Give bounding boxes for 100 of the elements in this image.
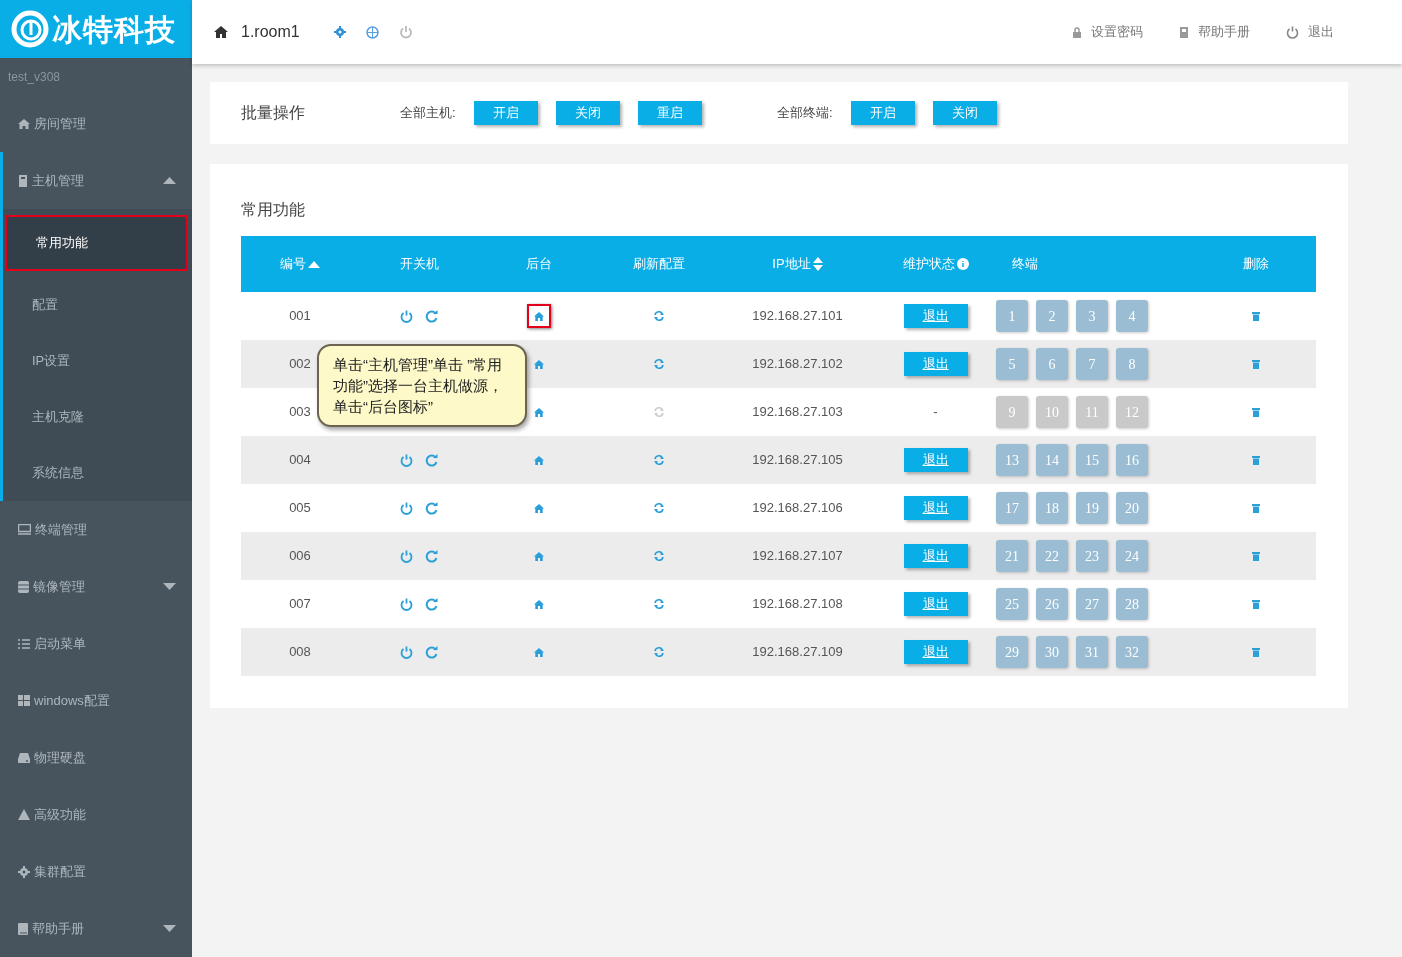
power-icon[interactable]	[400, 453, 413, 467]
info-icon[interactable]	[956, 258, 969, 270]
power-icon[interactable]	[400, 645, 413, 659]
terminal-button[interactable]: 19	[1076, 492, 1108, 524]
sync-icon[interactable]	[653, 647, 665, 657]
terminal-button[interactable]: 14	[1036, 444, 1068, 476]
terminal-button[interactable]: 27	[1076, 588, 1108, 620]
trash-icon[interactable]	[1252, 359, 1260, 369]
batch-button[interactable]: 关闭	[556, 101, 620, 125]
column-header[interactable]: 编号	[280, 254, 306, 274]
terminal-button[interactable]: 21	[996, 540, 1028, 572]
terminal-button[interactable]: 30	[1036, 636, 1068, 668]
terminal-button[interactable]: 20	[1116, 492, 1148, 524]
restart-icon[interactable]	[425, 645, 438, 659]
header-link[interactable]: 帮助手册	[1179, 22, 1250, 42]
exit-button[interactable]: 退出	[903, 304, 968, 328]
sync-icon[interactable]	[653, 455, 665, 465]
power-icon[interactable]	[400, 549, 413, 563]
terminal-button[interactable]: 29	[996, 636, 1028, 668]
batch-button[interactable]: 重启	[638, 101, 702, 125]
power-icon[interactable]	[400, 501, 413, 515]
exit-button[interactable]: 退出	[903, 448, 968, 472]
terminal-button[interactable]: 2	[1036, 300, 1068, 332]
home-icon	[534, 647, 544, 657]
settings-icon[interactable]	[333, 26, 346, 38]
column-header: 维护状态	[902, 255, 955, 274]
trash-icon[interactable]	[1252, 647, 1260, 657]
sidebar-item[interactable]: 终端管理	[0, 501, 192, 558]
sidebar-item[interactable]: 帮助手册	[0, 900, 192, 957]
sidebar-subitem[interactable]: 系统信息	[3, 445, 192, 501]
terminal-button[interactable]: 4	[1116, 300, 1148, 332]
sidebar-item[interactable]: 集群配置	[0, 843, 192, 900]
power-icon[interactable]	[400, 597, 413, 611]
restart-icon[interactable]	[425, 309, 438, 323]
terminal-button[interactable]: 15	[1076, 444, 1108, 476]
sidebar-subitem[interactable]: 配置	[3, 277, 192, 333]
sort-ascending-icon[interactable]	[308, 260, 320, 268]
trash-icon[interactable]	[1252, 407, 1260, 417]
sidebar-subitem[interactable]: 常用功能	[5, 215, 188, 271]
header-link[interactable]: 退出	[1286, 22, 1334, 42]
terminal-button[interactable]: 3	[1076, 300, 1108, 332]
power-icon[interactable]	[398, 25, 413, 39]
terminal-button[interactable]: 28	[1116, 588, 1148, 620]
terminal-button[interactable]: 31	[1076, 636, 1108, 668]
sidebar-item[interactable]: 高级功能	[0, 786, 192, 843]
book-icon	[18, 922, 28, 935]
column-header[interactable]: IP地址	[772, 254, 811, 274]
sync-icon[interactable]	[653, 311, 665, 321]
sidebar-item[interactable]: 镜像管理	[0, 558, 192, 615]
sidebar-item[interactable]: 房间管理	[0, 95, 192, 152]
trash-icon[interactable]	[1252, 599, 1260, 609]
sidebar-subitem[interactable]: 主机克隆	[3, 389, 192, 445]
batch-button[interactable]: 关闭	[933, 101, 997, 125]
trash-icon[interactable]	[1252, 455, 1260, 465]
exit-button[interactable]: 退出	[903, 352, 968, 376]
terminal-button[interactable]: 8	[1116, 348, 1148, 380]
restart-icon[interactable]	[425, 549, 438, 563]
terminal-button[interactable]: 18	[1036, 492, 1068, 524]
terminal-button[interactable]: 17	[996, 492, 1028, 524]
terminal-button[interactable]: 7	[1076, 348, 1108, 380]
exit-button[interactable]: 退出	[903, 640, 968, 664]
power-icon[interactable]	[400, 309, 413, 323]
restart-icon[interactable]	[425, 597, 438, 611]
trash-icon[interactable]	[1252, 503, 1260, 513]
terminal-button[interactable]: 1	[996, 300, 1028, 332]
terminal-button[interactable]: 26	[1036, 588, 1068, 620]
sync-icon[interactable]	[653, 599, 665, 609]
sync-icon[interactable]	[653, 359, 665, 369]
terminal-button[interactable]: 32	[1116, 636, 1148, 668]
batch-button[interactable]: 开启	[851, 101, 915, 125]
restart-icon[interactable]	[425, 501, 438, 515]
logo-icon	[10, 9, 50, 50]
sort-icon[interactable]	[812, 257, 823, 271]
terminal-button[interactable]: 25	[996, 588, 1028, 620]
terminal-button[interactable]: 16	[1116, 444, 1148, 476]
terminal-button[interactable]: 23	[1076, 540, 1108, 572]
exit-button[interactable]: 退出	[903, 592, 968, 616]
restart-icon[interactable]	[425, 453, 438, 467]
globe-icon[interactable]	[365, 25, 379, 39]
sync-icon[interactable]	[653, 407, 665, 417]
terminal-button[interactable]: 24	[1116, 540, 1148, 572]
batch-button[interactable]: 开启	[474, 101, 538, 125]
table-cell-text: 003	[289, 403, 311, 422]
exit-button[interactable]: 退出	[903, 496, 968, 520]
terminal-button[interactable]: 13	[996, 444, 1028, 476]
sidebar-item[interactable]: 主机管理	[3, 152, 192, 209]
terminal-button[interactable]: 6	[1036, 348, 1068, 380]
header-link[interactable]: 设置密码	[1072, 22, 1143, 42]
sidebar-item[interactable]: 物理硬盘	[0, 729, 192, 786]
sync-icon[interactable]	[653, 503, 665, 513]
terminal-button[interactable]: 5	[996, 348, 1028, 380]
trash-icon[interactable]	[1252, 311, 1260, 321]
exit-button[interactable]: 退出	[903, 544, 968, 568]
sidebar-subitem[interactable]: IP设置	[3, 333, 192, 389]
sidebar-item[interactable]: 启动菜单	[0, 615, 192, 672]
trash-icon[interactable]	[1252, 551, 1260, 561]
console-button[interactable]	[527, 304, 551, 328]
terminal-button[interactable]: 22	[1036, 540, 1068, 572]
sidebar-item[interactable]: windows配置	[0, 672, 192, 729]
sync-icon[interactable]	[653, 551, 665, 561]
